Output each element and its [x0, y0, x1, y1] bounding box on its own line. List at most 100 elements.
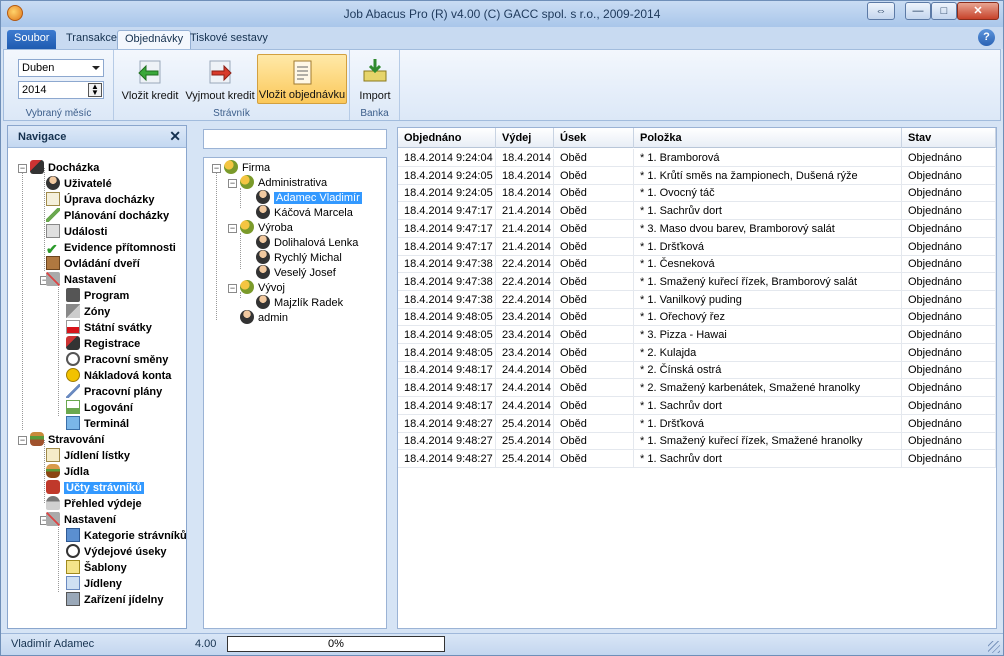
- table-row[interactable]: 18.4.2014 9:47:38 22.4.2014 Oběd * 1. Smaže…: [398, 272, 996, 291]
- cell-col-usek: Oběd: [554, 361, 634, 380]
- table-row[interactable]: 18.4.2014 9:47:38 22.4.2014 Oběd * 1. Vanil…: [398, 290, 996, 309]
- nav-item-vydejove-useky[interactable]: Výdejové úseky: [66, 544, 167, 560]
- nav-item-sablony[interactable]: Šablony: [66, 560, 127, 576]
- nav-item-statni-svatky[interactable]: Státní svátky: [66, 320, 152, 336]
- help-icon[interactable]: ?: [978, 29, 995, 46]
- header-col-vydej[interactable]: Výdej: [496, 128, 554, 148]
- group-icon: [224, 160, 238, 174]
- nav-item-jidelni-listky[interactable]: Jídlení lístky: [46, 448, 130, 464]
- org-item-vesely-josef[interactable]: Veselý Josef: [256, 265, 336, 280]
- overview-icon: [46, 496, 60, 510]
- nav-item-program[interactable]: Program: [66, 288, 129, 304]
- nav-item-evidence-pritomnosti[interactable]: ✔ Evidence přítomnosti: [46, 240, 176, 256]
- device-icon: [66, 592, 80, 606]
- table-row[interactable]: 18.4.2014 9:24:05 18.4.2014 Oběd * 1. Krůtí…: [398, 166, 996, 185]
- table-row[interactable]: 18.4.2014 9:47:17 21.4.2014 Oběd * 3. Maso …: [398, 219, 996, 238]
- table-row[interactable]: 18.4.2014 9:48:27 25.4.2014 Oběd * 1. Dršťk…: [398, 414, 996, 433]
- org-item-adamec-vladimir[interactable]: Adamec Vladimír: [256, 190, 362, 205]
- expand-toggle[interactable]: −: [228, 284, 237, 293]
- tab-transakce[interactable]: Transakce: [59, 30, 124, 49]
- vlozit-kredit-button[interactable]: Vložit kredit: [120, 54, 180, 104]
- nav-item-terminal[interactable]: Terminál: [66, 416, 129, 432]
- nav-item-jidla[interactable]: Jídla: [46, 464, 89, 480]
- org-item-dolihalova-lenka[interactable]: Dolihalová Lenka: [256, 235, 358, 250]
- cell-col-objednano: 18.4.2014 9:48:27: [398, 414, 496, 433]
- restore-layout-button[interactable]: ⇔: [867, 2, 895, 20]
- table-row[interactable]: 18.4.2014 9:48:17 24.4.2014 Oběd * 2. Čínsk…: [398, 361, 996, 380]
- nav-item-uzivatele[interactable]: Uživatelé: [46, 176, 112, 192]
- org-item-kacova-marcela[interactable]: Káčová Marcela: [256, 205, 353, 220]
- table-row[interactable]: 18.4.2014 9:47:38 22.4.2014 Oběd * 1. Česne…: [398, 255, 996, 274]
- tab-soubor[interactable]: Soubor: [7, 30, 57, 49]
- spin-arrows-icon[interactable]: ▲ ▼: [88, 83, 102, 97]
- table-row[interactable]: 18.4.2014 9:24:04 18.4.2014 Oběd * 1. Bramb…: [398, 149, 996, 167]
- tab-tiskove-sestavy[interactable]: Tiskové sestavy: [183, 30, 275, 49]
- expand-toggle[interactable]: −: [18, 164, 27, 173]
- nav-item-registrace[interactable]: Registrace: [66, 336, 140, 352]
- table-row[interactable]: 18.4.2014 9:47:17 21.4.2014 Oběd * 1. Dršťk…: [398, 237, 996, 256]
- expand-toggle[interactable]: −: [228, 224, 237, 233]
- table-row[interactable]: 18.4.2014 9:47:17 21.4.2014 Oběd * 1. Sachr…: [398, 202, 996, 221]
- org-item-majzlik-radek[interactable]: Majzlík Radek: [256, 295, 343, 310]
- stopwatch-icon: [66, 352, 80, 366]
- navigation-title: Navigace: [18, 131, 67, 143]
- table-row[interactable]: 18.4.2014 9:48:05 23.4.2014 Oběd * 3. Pizza…: [398, 326, 996, 344]
- org-item-vyvoj[interactable]: Vývoj: [240, 280, 285, 295]
- tab-objednavky[interactable]: Objednávky: [117, 30, 192, 49]
- org-item-firma[interactable]: Firma: [224, 160, 270, 175]
- nav-item-nastaveni-stravovani[interactable]: Nastavení: [46, 512, 116, 528]
- table-row[interactable]: 18.4.2014 9:48:05 23.4.2014 Oběd * 1. Ořech…: [398, 308, 996, 327]
- table-row[interactable]: 18.4.2014 9:48:27 25.4.2014 Oběd * 1. Smaže…: [398, 432, 996, 451]
- nav-item-jidelny[interactable]: Jídleny: [66, 576, 122, 592]
- expand-toggle[interactable]: −: [18, 436, 27, 445]
- expand-toggle[interactable]: −: [228, 179, 237, 188]
- nav-item-zony[interactable]: Zóny: [66, 304, 110, 320]
- month-select[interactable]: Duben: [18, 59, 104, 77]
- table-row[interactable]: 18.4.2014 9:24:05 18.4.2014 Oběd * 1. Ovocn…: [398, 184, 996, 203]
- org-search-input[interactable]: [203, 129, 387, 149]
- nav-item-zarizeni-jidelny[interactable]: Zařízení jídelny: [66, 592, 163, 608]
- resize-grip-icon[interactable]: [988, 641, 1000, 653]
- order-document-icon: [293, 60, 312, 85]
- nav-item-pracovni-smeny[interactable]: Pracovní směny: [66, 352, 168, 368]
- nav-item-logovani[interactable]: Logování: [66, 400, 133, 416]
- nav-item-dochazka[interactable]: Docházka: [30, 160, 99, 176]
- minimize-button[interactable]: —: [905, 2, 931, 20]
- close-icon[interactable]: ✕: [169, 128, 181, 145]
- header-col-usek[interactable]: Úsek: [554, 128, 634, 148]
- org-item-administrativa[interactable]: Administrativa: [240, 175, 327, 190]
- year-stepper[interactable]: 2014 ▲ ▼: [18, 81, 104, 99]
- header-col-objednano[interactable]: Objednáno: [398, 128, 496, 148]
- header-col-stav[interactable]: Stav: [902, 128, 996, 148]
- org-item-vyroba[interactable]: Výroba: [240, 220, 293, 235]
- header-col-polozka[interactable]: Položka: [634, 128, 902, 148]
- expand-toggle[interactable]: −: [212, 164, 221, 173]
- nav-item-stravovani[interactable]: Stravování: [30, 432, 104, 448]
- nav-item-ucty-stravniku[interactable]: Účty strávníků: [46, 480, 144, 496]
- nav-item-prehled-vydeje[interactable]: Přehled výdeje: [46, 496, 142, 512]
- close-button[interactable]: ✕: [957, 2, 999, 20]
- vyjmout-kredit-button[interactable]: Vyjmout kredit: [184, 54, 256, 104]
- nav-item-udalosti[interactable]: Události: [46, 224, 107, 240]
- org-item-rychly-michal[interactable]: Rychlý Michal: [256, 250, 342, 265]
- table-row[interactable]: 18.4.2014 9:48:17 24.4.2014 Oběd * 2. Smaže…: [398, 379, 996, 398]
- nav-item-kategorie-stravniku[interactable]: Kategorie strávníků: [66, 528, 186, 544]
- table-row[interactable]: 18.4.2014 9:48:05 23.4.2014 Oběd * 2. Kulaj…: [398, 343, 996, 362]
- org-item-admin[interactable]: admin: [240, 310, 288, 325]
- table-row[interactable]: 18.4.2014 9:48:27 25.4.2014 Oběd * 1. Sachr…: [398, 449, 996, 468]
- person-icon: [240, 310, 254, 324]
- maximize-button[interactable]: □: [931, 2, 957, 20]
- cell-col-polozka: * 1. Ovocný táč: [634, 184, 902, 203]
- vlozit-objednavku-button[interactable]: Vložit objednávku: [257, 54, 347, 104]
- import-button[interactable]: Import: [354, 54, 396, 104]
- attendance-icon: [30, 160, 44, 174]
- cell-col-polozka: * 1. Krůtí směs na žampionech, Dušená rý…: [634, 166, 902, 185]
- nav-item-ovladani-dveri[interactable]: Ovládání dveří: [46, 256, 140, 272]
- nav-item-uprava-dochazky[interactable]: Úprava docházky: [46, 192, 154, 208]
- user-icon: [46, 176, 60, 190]
- nav-item-pracovni-plany[interactable]: Pracovní plány: [66, 384, 162, 400]
- nav-item-nakladova-konta[interactable]: Nákladová konta: [66, 368, 171, 384]
- nav-item-nastaveni-dochazka[interactable]: Nastavení: [46, 272, 116, 288]
- nav-item-planovani-dochazky[interactable]: Plánování docházky: [46, 208, 169, 224]
- table-row[interactable]: 18.4.2014 9:48:17 24.4.2014 Oběd * 1. Sachr…: [398, 396, 996, 415]
